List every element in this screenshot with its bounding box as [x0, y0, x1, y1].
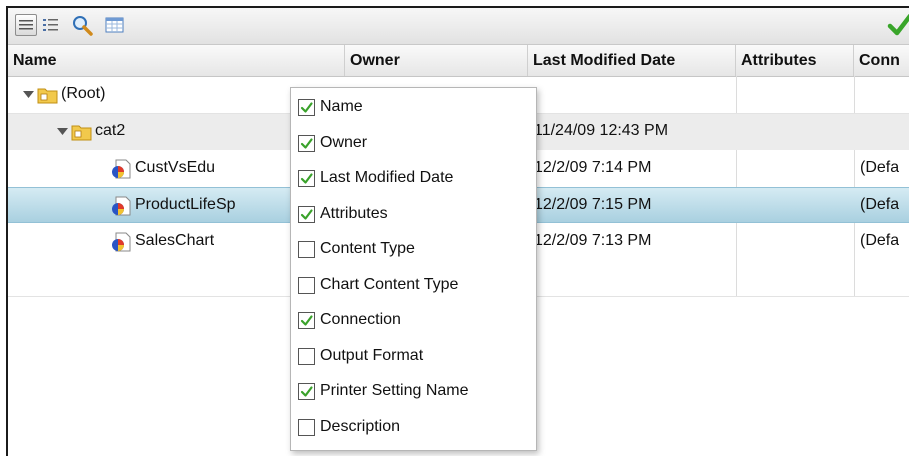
table-button[interactable] — [104, 14, 126, 36]
column-toggle-item[interactable]: Chart Content Type — [298, 270, 536, 300]
column-toggle-item[interactable]: Attributes — [298, 199, 536, 229]
checkbox[interactable] — [298, 312, 315, 329]
column-toggle-label: Name — [320, 98, 363, 115]
checkbox[interactable] — [298, 383, 315, 400]
tree-item-label: ProductLifeSp — [135, 196, 236, 213]
column-toggle-item[interactable]: Connection — [298, 305, 536, 335]
checkmark-icon — [887, 13, 909, 36]
expand-arrow-icon — [23, 91, 34, 98]
list-view-button[interactable] — [15, 14, 37, 36]
column-header-connection[interactable]: Conn — [854, 45, 909, 76]
tree-item-label: SalesChart — [135, 232, 215, 249]
checkbox[interactable] — [298, 276, 315, 294]
chart-file-icon — [112, 196, 131, 216]
connection-value: (Defa — [860, 232, 900, 249]
connection-value: (Defa — [860, 196, 900, 213]
checkbox[interactable] — [298, 134, 315, 152]
column-toggle-label: Printer Setting Name — [320, 382, 469, 399]
expand-arrow-icon — [57, 128, 68, 135]
search-icon — [73, 16, 93, 36]
column-toggle-item[interactable]: Output Format — [298, 341, 536, 371]
checkmark-icon — [300, 315, 313, 326]
column-toggle-item[interactable]: Name — [298, 92, 536, 122]
column-toggle-label: Description — [320, 417, 401, 435]
checkmark-icon — [300, 102, 313, 113]
column-toggle-label: Content Type — [320, 240, 415, 257]
tree-item-label: cat2 — [95, 122, 126, 139]
folder-icon — [37, 88, 58, 104]
chart-file-icon — [112, 232, 131, 252]
details-view-icon — [43, 19, 58, 31]
toolbar — [8, 8, 909, 45]
last-modified-value: 11/24/09 12:43 PM — [534, 122, 669, 139]
column-toggle-item[interactable]: Owner — [298, 128, 536, 158]
apply-button[interactable] — [887, 12, 909, 38]
checkmark-icon — [300, 173, 313, 184]
column-header-owner[interactable]: Owner — [345, 45, 528, 76]
checkmark-icon — [300, 208, 313, 220]
connection-value: (Defa — [860, 159, 900, 176]
column-toggle-item[interactable]: Last Modified Date — [298, 163, 536, 193]
list-view-icon — [19, 20, 33, 30]
checkbox[interactable] — [298, 205, 315, 223]
checkbox[interactable] — [298, 170, 315, 187]
checkmark-icon — [300, 386, 313, 397]
checkbox[interactable] — [298, 347, 315, 365]
column-header-name[interactable]: Name — [8, 45, 345, 76]
column-chooser-menu: Name Owner Last Modified Date Attributes Con… — [290, 87, 537, 451]
tree-item-label: CustVsEdu — [135, 159, 216, 176]
column-toggle-label: Output Format — [320, 346, 424, 364]
window-frame: Name Owner Last Modified Date Attributes… — [6, 6, 909, 456]
details-view-button[interactable] — [40, 14, 62, 36]
table-icon — [105, 17, 124, 33]
checkbox[interactable] — [298, 418, 315, 436]
checkbox[interactable] — [298, 99, 315, 116]
column-toggle-label: Chart Content Type — [320, 275, 459, 293]
column-toggle-label: Owner — [320, 133, 368, 151]
checkmark-icon — [300, 137, 313, 149]
checkbox[interactable] — [298, 241, 315, 258]
last-modified-value: 12/2/09 7:13 PM — [534, 232, 652, 249]
chart-file-icon — [112, 159, 131, 179]
last-modified-value: 12/2/09 7:15 PM — [534, 196, 652, 213]
tree-item-label: (Root) — [61, 85, 106, 102]
column-toggle-label: Last Modified Date — [320, 169, 454, 186]
column-toggle-label: Connection — [320, 311, 401, 328]
column-toggle-item[interactable]: Description — [298, 412, 536, 442]
last-modified-value: 12/2/09 7:14 PM — [534, 159, 652, 176]
column-toggle-item[interactable]: Content Type — [298, 234, 536, 264]
column-header-attributes[interactable]: Attributes — [736, 45, 854, 76]
column-toggle-label: Attributes — [320, 204, 388, 222]
column-header: Name Owner Last Modified Date Attributes… — [8, 45, 909, 77]
folder-icon — [71, 125, 92, 141]
column-toggle-item[interactable]: Printer Setting Name — [298, 376, 536, 406]
column-header-last-modified[interactable]: Last Modified Date — [528, 45, 736, 76]
search-button[interactable] — [71, 14, 93, 36]
